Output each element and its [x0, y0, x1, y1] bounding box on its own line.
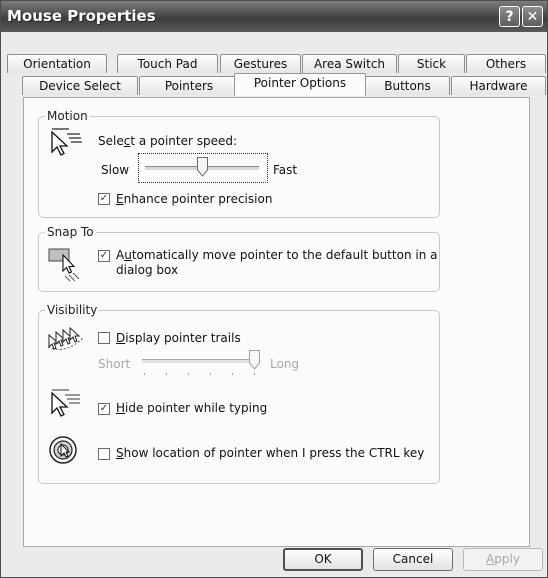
short-label: Short — [98, 357, 131, 371]
snap-to-group-label: Snap To — [45, 225, 96, 239]
snap-to-icon — [48, 248, 80, 282]
pointer-speed-icon — [51, 128, 82, 156]
help-button[interactable]: ? — [499, 6, 520, 27]
trail-tick — [144, 373, 145, 375]
snap-to-label-line2: dialog box — [116, 263, 179, 277]
speed-slider-thumb[interactable] — [196, 157, 208, 177]
show-location-label: Show location of pointer when I press th… — [116, 446, 425, 460]
trail-tick — [166, 373, 167, 375]
tab-pointers[interactable]: Pointers — [139, 76, 239, 95]
tab-hardware[interactable]: Hardware — [451, 76, 546, 95]
hide-pointer-icon — [51, 389, 80, 417]
ok-button[interactable]: OK — [283, 548, 363, 571]
slow-label: Slow — [101, 163, 130, 177]
trail-tick — [254, 373, 255, 375]
trail-tick — [210, 373, 211, 375]
locate-pointer-icon — [49, 436, 77, 464]
pointer-trails-label: Display pointer trails — [116, 331, 241, 345]
hide-pointer-checkbox[interactable]: ✓ — [98, 403, 110, 415]
visibility-group-label: Visibility — [45, 303, 100, 317]
snap-to-group: Snap To ✓ Automatically move pointer to … — [38, 225, 440, 292]
trail-tick — [188, 373, 189, 375]
tab-row-2: Device Select Pointers Pointer Options B… — [1, 73, 547, 96]
tab-pointer-options[interactable]: Pointer Options — [234, 73, 366, 96]
pointer-speed-slider[interactable] — [138, 153, 268, 183]
hide-pointer-label: Hide pointer while typing — [116, 401, 268, 415]
tab-touch-pad[interactable]: Touch Pad — [117, 54, 218, 73]
visibility-group: Visibility Display pointer trails Short — [38, 303, 440, 484]
pointer-trails-checkbox[interactable] — [98, 332, 110, 344]
trail-slider-track — [142, 359, 260, 364]
pointer-trails-icon — [47, 326, 85, 350]
cancel-button[interactable]: Cancel — [373, 548, 453, 571]
tab-others[interactable]: Others — [466, 54, 546, 73]
tab-buttons[interactable]: Buttons — [365, 76, 450, 95]
motion-group: Motion Select a pointer speed: Slow Fast… — [38, 109, 440, 218]
long-label: Long — [270, 357, 300, 371]
close-button[interactable]: ✕ — [522, 6, 543, 27]
tab-gestures[interactable]: Gestures — [220, 54, 301, 73]
enhance-precision-label: Enhance pointer precision — [116, 192, 273, 206]
apply-button[interactable]: Apply — [463, 548, 543, 571]
trail-length-slider[interactable] — [138, 347, 264, 377]
fast-label: Fast — [273, 163, 298, 177]
enhance-precision-checkbox[interactable]: ✓ — [98, 193, 110, 205]
pointer-options-panel: Motion Select a pointer speed: Slow Fast… — [23, 97, 530, 547]
snap-to-label-line1: Automatically move pointer to the defaul… — [116, 248, 438, 262]
title-bar[interactable]: Mouse Properties ? ✕ — [1, 1, 547, 32]
show-location-checkbox[interactable] — [98, 448, 110, 460]
trail-tick — [232, 373, 233, 375]
mouse-properties-window: Mouse Properties ? ✕ Orientation Touch P… — [0, 0, 548, 578]
tab-area-switch[interactable]: Area Switch — [302, 54, 397, 73]
tab-stick[interactable]: Stick — [398, 54, 465, 73]
tab-device-select[interactable]: Device Select — [22, 76, 138, 95]
tab-orientation[interactable]: Orientation — [7, 54, 107, 73]
window-title: Mouse Properties — [7, 7, 156, 25]
snap-to-checkbox[interactable]: ✓ — [98, 250, 110, 262]
pointer-speed-label: Select a pointer speed: — [98, 134, 238, 148]
motion-group-label: Motion — [45, 109, 90, 123]
trail-slider-thumb[interactable] — [249, 350, 260, 370]
tab-row-1: Orientation Touch Pad Gestures Area Swit… — [1, 54, 547, 74]
